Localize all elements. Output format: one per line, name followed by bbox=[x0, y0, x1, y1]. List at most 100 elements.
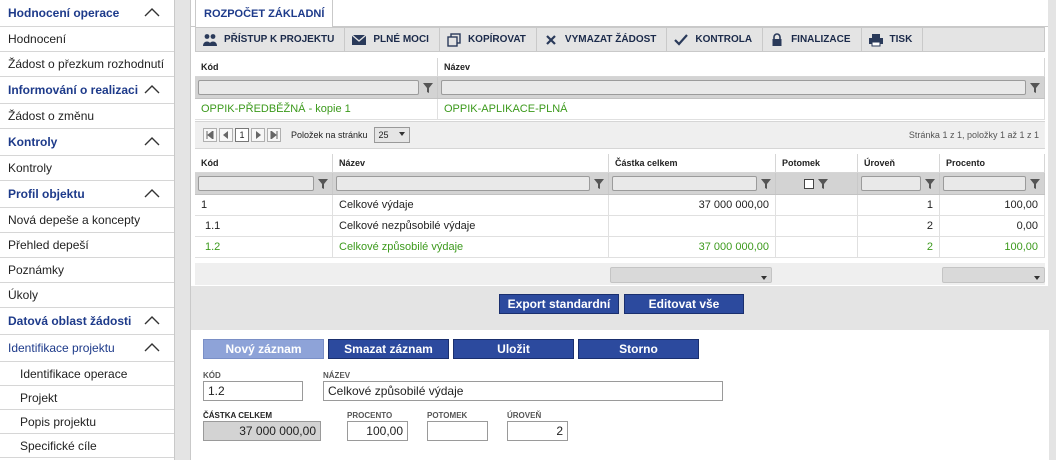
filter-icon[interactable] bbox=[1029, 82, 1041, 94]
sidebar-section-label: Profil objektu bbox=[8, 187, 85, 201]
summary-select[interactable] bbox=[942, 267, 1045, 283]
summary-select[interactable] bbox=[610, 267, 772, 283]
finalize-button[interactable]: FINALIZACE bbox=[763, 28, 862, 51]
uroven-field[interactable]: 2 bbox=[507, 421, 568, 441]
filter-icon[interactable] bbox=[817, 178, 829, 190]
last-page-icon[interactable] bbox=[267, 128, 281, 142]
sidebar-section-kontroly[interactable]: Kontroly bbox=[0, 129, 174, 156]
budget-grid: Kód Název Částka celkem Potomek Úroveň P… bbox=[195, 154, 1045, 258]
potomek-field[interactable] bbox=[427, 421, 488, 441]
filter-input-nazev[interactable] bbox=[441, 80, 1026, 95]
sidebar-item-poznamky[interactable]: Poznámky bbox=[0, 258, 174, 283]
castka-label: ČÁSTKA CELKEM bbox=[203, 411, 273, 420]
chevron-up-icon[interactable] bbox=[144, 342, 160, 352]
sidebar-item-label: Specifické cíle bbox=[20, 438, 97, 453]
potomek-label: POTOMEK bbox=[427, 411, 468, 420]
filter-icon[interactable] bbox=[317, 178, 329, 190]
sidebar-subitem-projekt[interactable]: Projekt bbox=[0, 386, 174, 410]
sidebar-item-label: Nová depeše a koncepty bbox=[8, 213, 141, 227]
edit-all-button[interactable]: Editovat vše bbox=[624, 294, 744, 314]
new-record-button[interactable]: Nový záznam bbox=[203, 339, 324, 359]
delete-record-button[interactable]: Smazat záznam bbox=[328, 339, 449, 359]
filter-input-nazev[interactable] bbox=[336, 176, 590, 191]
procento-field[interactable]: 100,00 bbox=[347, 421, 408, 441]
page-size-select[interactable]: 25 bbox=[373, 127, 410, 143]
column-header-kod[interactable]: Kód bbox=[195, 154, 333, 172]
cell-nazev: Celkové výdaje bbox=[333, 195, 609, 215]
filter-input-kod[interactable] bbox=[198, 80, 419, 95]
main-panel: ROZPOČET ZÁKLADNÍ PŘÍSTUP K PROJEKTU PLN… bbox=[190, 0, 1049, 460]
column-header-uroven[interactable]: Úroveň bbox=[858, 154, 940, 172]
next-page-icon[interactable] bbox=[251, 128, 265, 142]
sidebar-item-label: Projekt bbox=[20, 390, 58, 405]
filter-input-uroven[interactable] bbox=[861, 176, 921, 191]
print-button[interactable]: TISK bbox=[862, 28, 924, 51]
access-to-project-button[interactable]: PŘÍSTUP K PROJEKTU bbox=[196, 28, 346, 51]
column-header-nazev[interactable]: Název bbox=[333, 154, 609, 172]
sidebar-subitem-specificke-cile[interactable]: Specifické cíle bbox=[0, 434, 174, 458]
button-label: TISK bbox=[889, 34, 913, 45]
cancel-button[interactable]: Storno bbox=[578, 339, 699, 359]
check-button[interactable]: KONTROLA bbox=[667, 28, 764, 51]
sidebar-item-label: Popis projektu bbox=[20, 414, 97, 429]
sidebar-subitem-identifikace-operace[interactable]: Identifikace operace bbox=[0, 362, 174, 386]
procento-label: PROCENTO bbox=[347, 411, 393, 420]
column-header-castka[interactable]: Částka celkem bbox=[609, 154, 776, 172]
page-size-label: Položek na stránku bbox=[291, 130, 368, 140]
table-row[interactable]: 1 Celkové výdaje 37 000 000,00 1 100,00 bbox=[195, 195, 1045, 216]
filter-icon[interactable] bbox=[1029, 178, 1041, 190]
castka-field: 37 000 000,00 bbox=[203, 421, 321, 441]
button-label: PŘÍSTUP K PROJEKTU bbox=[224, 34, 335, 45]
sidebar-item-zadost-o-zmenu[interactable]: Žádost o změnu bbox=[0, 104, 174, 129]
cell-uroven: 2 bbox=[858, 216, 940, 236]
cell-kod: 1 bbox=[195, 195, 333, 215]
sidebar-item-nova-depese[interactable]: Nová depeše a koncepty bbox=[0, 208, 174, 233]
delete-application-button[interactable]: VYMAZAT ŽÁDOST bbox=[537, 28, 668, 51]
sidebar-section-profil-objektu[interactable]: Profil objektu bbox=[0, 181, 174, 208]
column-header-nazev[interactable]: Název bbox=[438, 58, 1045, 76]
chevron-down-icon bbox=[1033, 271, 1041, 285]
filter-checkbox-potomek[interactable] bbox=[804, 178, 814, 189]
sidebar-section-label: Hodnocení operace bbox=[8, 6, 120, 20]
sidebar-section-datova-oblast[interactable]: Datová oblast žádosti bbox=[0, 308, 174, 335]
filter-icon[interactable] bbox=[422, 82, 434, 94]
chevron-up-icon[interactable] bbox=[144, 315, 160, 325]
filter-icon[interactable] bbox=[593, 178, 605, 190]
sidebar-section-hodnoceni-operace[interactable]: Hodnocení operace bbox=[0, 0, 174, 27]
column-header-kod[interactable]: Kód bbox=[195, 58, 438, 76]
powers-of-attorney-button[interactable]: PLNÉ MOCI bbox=[345, 28, 440, 51]
chevron-up-icon[interactable] bbox=[144, 84, 160, 94]
kod-field[interactable]: 1.2 bbox=[203, 381, 303, 401]
export-standard-button[interactable]: Export standardní bbox=[499, 294, 619, 314]
sidebar-section-informovani[interactable]: Informování o realizaci bbox=[0, 77, 174, 104]
filter-input-castka[interactable] bbox=[612, 176, 757, 191]
cell-castka: 37 000 000,00 bbox=[609, 237, 776, 257]
sidebar-subitem-popis-projektu[interactable]: Popis projektu bbox=[0, 410, 174, 434]
sidebar-item-zadost-o-prezkum[interactable]: Žádost o přezkum rozhodnutí bbox=[0, 52, 174, 77]
sidebar-item-prehled-depesi[interactable]: Přehled depeší bbox=[0, 233, 174, 258]
table-row-selected[interactable]: 1.2 Celkové způsobilé výdaje 37 000 000,… bbox=[195, 237, 1045, 258]
current-page[interactable]: 1 bbox=[235, 128, 249, 142]
chevron-up-icon[interactable] bbox=[144, 7, 160, 17]
chevron-up-icon[interactable] bbox=[144, 136, 160, 146]
chevron-up-icon[interactable] bbox=[144, 188, 160, 198]
first-page-icon[interactable] bbox=[203, 128, 217, 142]
save-button[interactable]: Uložit bbox=[453, 339, 574, 359]
sidebar-item-hodnoceni[interactable]: Hodnocení bbox=[0, 27, 174, 52]
filter-icon[interactable] bbox=[924, 178, 936, 190]
table-row[interactable]: 1.1 Celkové nezpůsobilé výdaje 2 0,00 bbox=[195, 216, 1045, 237]
column-header-procento[interactable]: Procento bbox=[940, 154, 1045, 172]
button-label: KONTROLA bbox=[695, 34, 753, 45]
column-header-potomek[interactable]: Potomek bbox=[776, 154, 858, 172]
sidebar-item-kontroly[interactable]: Kontroly bbox=[0, 156, 174, 181]
filter-input-procento[interactable] bbox=[943, 176, 1026, 191]
filter-icon[interactable] bbox=[760, 178, 772, 190]
prev-page-icon[interactable] bbox=[219, 128, 233, 142]
sidebar-item-identifikace-projektu[interactable]: Identifikace projektu bbox=[0, 335, 174, 362]
copy-button[interactable]: KOPÍROVAT bbox=[440, 28, 537, 51]
nazev-field[interactable]: Celkové způsobilé výdaje bbox=[323, 381, 723, 401]
table-row[interactable]: OPPIK-PŘEDBĚŽNÁ - kopie 1 OPPIK-APLIKACE… bbox=[195, 99, 1045, 120]
tab-rozpocet-zakladni[interactable]: ROZPOČET ZÁKLADNÍ bbox=[195, 0, 334, 27]
filter-input-kod[interactable] bbox=[198, 176, 314, 191]
sidebar-item-ukoly[interactable]: Úkoly bbox=[0, 283, 174, 308]
